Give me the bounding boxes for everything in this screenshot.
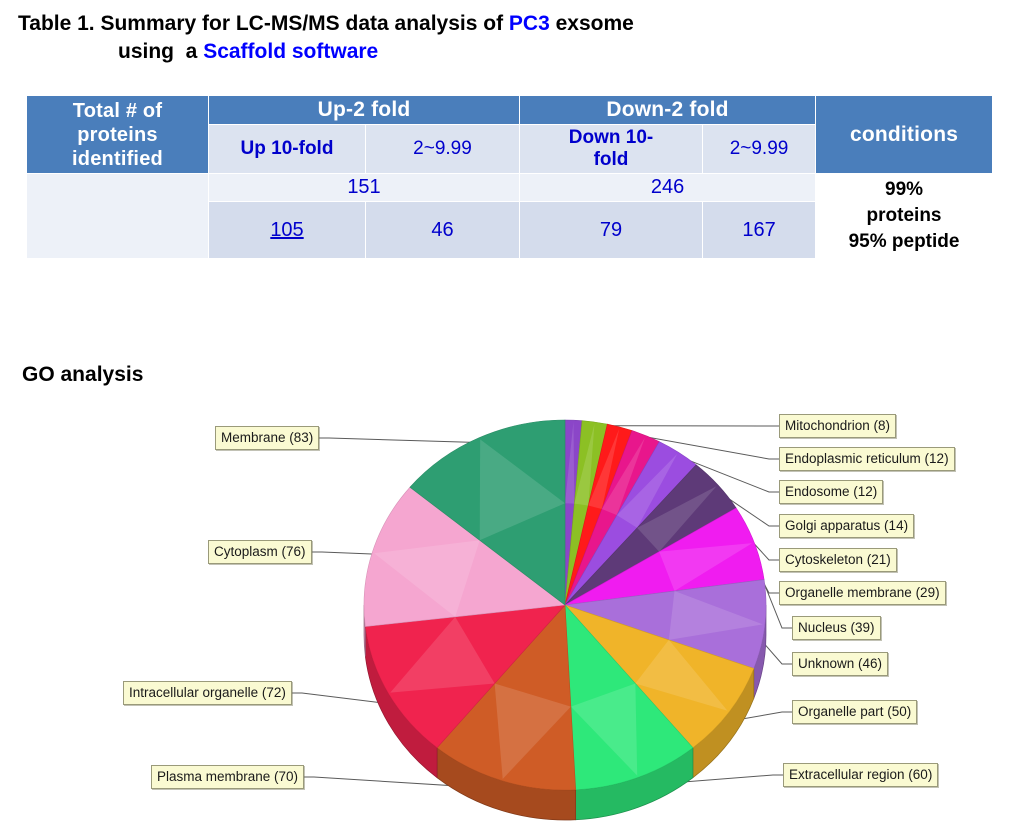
cell-up-10-fold-value: 105 [208,201,366,259]
go-label-nucleus: Nucleus (39) [792,616,881,640]
header-up-2-fold: Up-2 fold [207,95,521,125]
cell-up-10-fold-number: 105 [270,218,304,241]
go-label-intracellular-organelle: Intracellular organelle (72) [123,681,292,705]
go-label-membrane: Membrane (83) [215,426,320,450]
title-line-1-pre: Table 1. Summary for LC-MS/MS data analy… [18,12,509,35]
go-analysis-heading: GO analysis [22,363,144,386]
title-line-1-highlight: PC3 [508,12,550,35]
title-line-2-pre: using a [118,40,204,63]
go-label-plasma-membrane: Plasma membrane (70) [151,765,305,789]
cell-conditions-value: 99% proteins 95% peptide [815,173,994,259]
cell-total-proteins-value [26,173,209,259]
go-label-golgi-apparatus: Golgi apparatus (14) [779,514,915,538]
cell-up-total: 151 [207,173,521,202]
table-header-row-1: Total # of proteins identified Up-2 fold… [26,95,994,174]
go-label-extracellular-region: Extracellular region (60) [783,763,939,787]
go-label-cytoskeleton: Cytoskeleton (21) [779,548,897,572]
cell-down-10-fold-value: 79 [519,201,704,259]
pie-top-group: Mitochondrion (8)Endoplasmic reticulum (… [363,419,767,791]
conditions-line-2: proteins [866,205,942,226]
title-line-1-post: exsome [549,12,634,35]
cell-down-range-value: 167 [702,201,817,259]
go-label-mitochondrion: Mitochondrion (8) [779,414,897,438]
conditions-line-1: 99% [885,179,924,200]
header-down-2-fold: Down-2 fold [519,95,817,125]
header-total-proteins: Total # of proteins identified [26,95,209,174]
go-label-organelle-part: Organelle part (50) [792,700,918,724]
header-conditions: conditions [815,95,994,174]
go-label-endosome: Endosome (12) [779,480,884,504]
title-line-2-highlight: Scaffold software [203,40,379,63]
conditions-line-3: 95% peptide [848,231,960,252]
header-up-10-fold: Up 10-fold [208,124,366,174]
title-line-2: using a Scaffold software [18,38,998,66]
go-label-unknown: Unknown (46) [792,652,889,676]
summary-table: Total # of proteins identified Up-2 fold… [26,95,994,259]
cell-up-range-value: 46 [364,201,521,259]
header-up-range: 2~9.99 [364,124,521,174]
go-label-endoplasmic-reticulum: Endoplasmic reticulum (12) [779,447,955,471]
go-pie-chart: Mitochondrion (8) Endoplasmic reticulum (… [0,400,1016,835]
go-label-organelle-membrane: Organelle membrane (29) [779,581,946,605]
header-down-range: 2~9.99 [702,124,817,174]
title-line-1: Table 1. Summary for LC-MS/MS data analy… [18,10,998,38]
header-down-10-fold: Down 10- fold [519,124,704,174]
go-label-cytoplasm: Cytoplasm (76) [208,540,312,564]
page-title: Table 1. Summary for LC-MS/MS data analy… [18,10,998,66]
cell-down-total: 246 [519,173,817,202]
table-row: 151 246 99% proteins 95% peptide [26,173,994,259]
